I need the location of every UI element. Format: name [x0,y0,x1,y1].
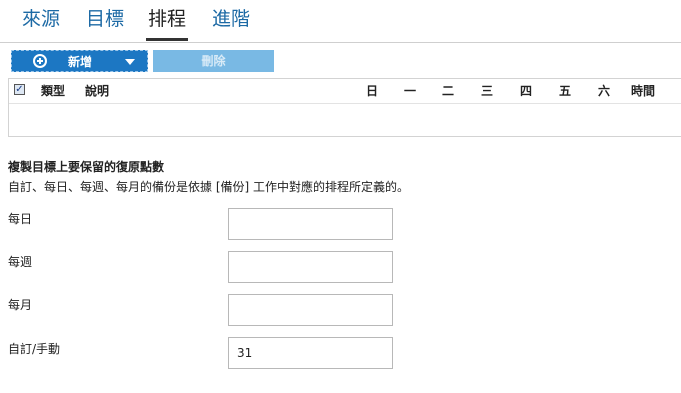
retention-description: 自訂、每日、每週、每月的備份是依據 [備份] 工作中對應的排程所定義的。 [8,180,409,194]
monthly-label: 每月 [8,298,33,312]
column-description: 說明 [85,84,110,98]
column-saturday: 六 [598,84,611,98]
schedule-grid: ✓ 類型 說明 日 一 二 三 四 五 六 時間 [8,78,681,137]
column-sunday: 日 [366,84,379,98]
column-wednesday: 三 [481,84,494,98]
column-time: 時間 [631,84,656,98]
chevron-down-icon[interactable] [125,59,135,65]
tab-advanced[interactable]: 進階 [212,6,250,32]
custom-label: 自訂/手動 [8,342,61,356]
tab-source[interactable]: 來源 [22,6,60,32]
weekly-label: 每週 [8,255,33,269]
grid-header: ✓ 類型 說明 日 一 二 三 四 五 六 時間 [9,79,681,104]
add-button-label: 新增 [68,55,93,69]
retention-title: 複製目標上要保留的復原點數 [8,160,165,174]
add-button[interactable]: 新增 [11,50,148,72]
column-monday: 一 [404,84,417,98]
column-type: 類型 [41,84,66,98]
daily-label: 每日 [8,212,33,226]
tab-bar: 來源 目標 排程 進階 [0,0,681,43]
add-circle-icon [33,54,47,68]
tab-schedule[interactable]: 排程 [145,6,189,41]
column-thursday: 四 [520,84,533,98]
monthly-field[interactable] [228,294,393,326]
tab-destination[interactable]: 目標 [86,6,124,32]
column-tuesday: 二 [442,84,455,98]
daily-field[interactable] [228,208,393,240]
weekly-field[interactable] [228,251,393,283]
column-friday: 五 [559,84,572,98]
delete-button: 刪除 [153,50,274,72]
select-all-checkbox[interactable]: ✓ [14,84,25,95]
custom-field[interactable] [228,337,393,369]
